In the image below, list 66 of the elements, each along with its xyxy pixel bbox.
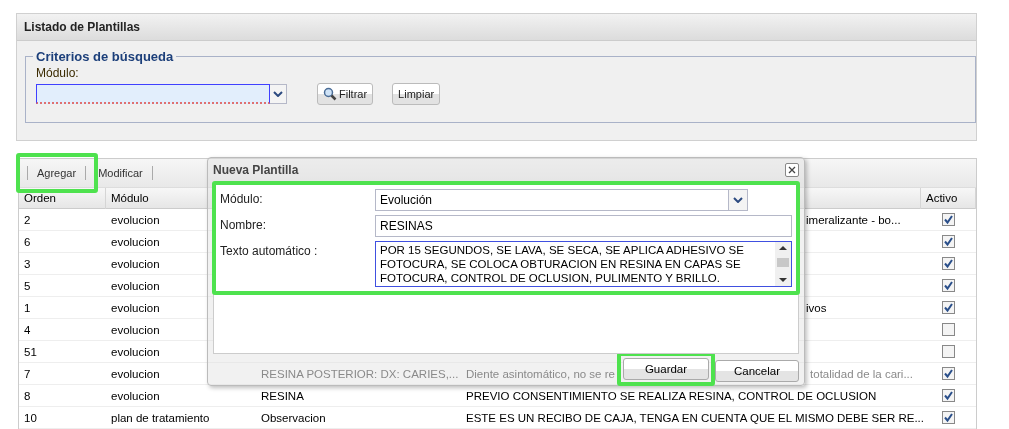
table-cell: 8 xyxy=(24,389,31,402)
dialog-title: Nueva Plantilla xyxy=(213,163,299,177)
close-button[interactable] xyxy=(785,163,799,177)
table-cell: evolucion xyxy=(111,389,160,402)
text-area[interactable]: POR 15 SEGUNDOS, SE LAVA, SE SECA, SE APLICA ADHESIVO SE FOTOCURA, SE COLOCA OBTURACION EN RESINA EN CAPAS SE FOTOCURA, CONTROL DE OCLUSION, PULIMENTO Y BRILLO. xyxy=(375,241,792,287)
checkbox[interactable] xyxy=(942,213,955,226)
checkbox[interactable] xyxy=(942,345,955,358)
checkbox[interactable] xyxy=(942,235,955,248)
clear-button[interactable]: Limpiar xyxy=(392,83,441,105)
column-header[interactable]: Activo xyxy=(926,192,958,204)
table-cell: evolucion xyxy=(111,323,160,336)
table-cell: 51 xyxy=(24,345,37,358)
toolbar-button[interactable]: Modificar xyxy=(94,165,147,181)
dropdown-button[interactable] xyxy=(270,84,287,104)
search-icon xyxy=(323,87,337,101)
dropdown-button[interactable] xyxy=(729,189,748,211)
table-cell: imeralizante - bo... xyxy=(806,213,901,226)
table-cell: 7 xyxy=(24,367,31,380)
chevron-down-icon xyxy=(733,197,743,203)
toolbar-button[interactable]: Agregar xyxy=(33,165,81,181)
table-cell: evolucion xyxy=(111,257,160,270)
group-legend: Criterios de búsqueda xyxy=(33,49,177,64)
table-cell: evolucion xyxy=(111,235,160,248)
cancel-button[interactable]: Cancelar xyxy=(715,360,799,382)
module-select[interactable]: Evolución xyxy=(375,189,729,211)
table-cell: PREVIO CONSENTIMIENTO SE REALIZA RESINA, CONTROL DE OCLUSION xyxy=(466,389,877,402)
checkbox[interactable] xyxy=(942,389,955,402)
column-header[interactable]: Orden xyxy=(24,192,56,204)
module-select[interactable] xyxy=(36,84,270,104)
checkbox[interactable] xyxy=(942,367,955,380)
field-label: Módulo: xyxy=(36,66,80,80)
field-label: Texto automático : xyxy=(220,243,319,258)
table-cell: totalidad de la cari... xyxy=(810,367,913,380)
table-cell: 5 xyxy=(24,279,31,292)
table-cell: 1 xyxy=(24,301,31,314)
table-cell: 10 xyxy=(24,411,37,424)
table-cell: ESTE ES UN RECIBO DE CAJA, TENGA EN CUENTA QUE EL MISMO DEBE SER RE... xyxy=(466,411,924,424)
table-cell: ivos xyxy=(806,301,827,314)
table-cell: Diente asintomático, no se re xyxy=(466,367,615,380)
filter-button[interactable]: Filtrar xyxy=(317,83,374,105)
table-cell: plan de tratamiento xyxy=(111,411,210,424)
table-cell: RESINA xyxy=(261,389,304,402)
checkbox[interactable] xyxy=(942,411,955,424)
checkbox[interactable] xyxy=(942,301,955,314)
table-cell: 6 xyxy=(24,235,31,248)
table-cell: 3 xyxy=(24,257,31,270)
table-cell: RESINA POSTERIOR: DX: CARIES,... xyxy=(261,367,459,380)
checkbox[interactable] xyxy=(942,279,955,292)
field-label: Nombre: xyxy=(220,217,267,232)
checkbox[interactable] xyxy=(942,323,955,336)
chevron-down-icon xyxy=(273,91,283,97)
scrollbar[interactable] xyxy=(775,242,791,286)
table-cell: evolucion xyxy=(111,367,160,380)
close-icon xyxy=(788,166,796,174)
field-label: Módulo: xyxy=(220,191,264,206)
table-cell: 4 xyxy=(24,323,31,336)
save-button[interactable]: Guardar xyxy=(623,358,709,380)
name-field[interactable]: RESINAS xyxy=(375,215,792,237)
table-cell: Observacion xyxy=(261,411,326,424)
column-header[interactable]: Módulo xyxy=(111,192,149,204)
checkbox[interactable] xyxy=(942,257,955,270)
table-cell: evolucion xyxy=(111,345,160,358)
table-cell: evolucion xyxy=(111,213,160,226)
table-cell: evolucion xyxy=(111,279,160,292)
table-cell: 2 xyxy=(24,213,31,226)
table-cell: evolucion xyxy=(111,301,160,314)
